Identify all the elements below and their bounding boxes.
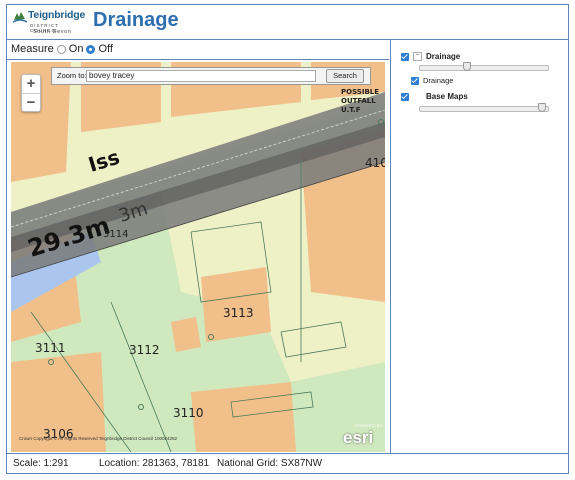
zoom-control: + − bbox=[21, 74, 41, 112]
search-button[interactable]: Search bbox=[326, 69, 364, 83]
drainage-layer-checkbox[interactable] bbox=[411, 76, 419, 85]
layer-item-drainage: Drainage bbox=[411, 76, 453, 85]
map-outfall-line1: POSSIBLE bbox=[341, 88, 379, 96]
scale-readout: Scale: 1:291 bbox=[13, 458, 69, 469]
page-title: Drainage bbox=[93, 9, 179, 31]
basemaps-opacity-slider[interactable] bbox=[419, 103, 549, 112]
measure-toggle: Measure On Off bbox=[11, 43, 113, 55]
layer-group-basemaps: Base Maps bbox=[401, 92, 468, 101]
map-copyright: Crown Copyright © All Rights Reserved Te… bbox=[19, 436, 178, 441]
logo-region: South Devon bbox=[33, 29, 72, 35]
map-house-3111: 3111 bbox=[35, 341, 66, 355]
zoom-out-button[interactable]: − bbox=[22, 94, 40, 112]
basemaps-checkbox[interactable] bbox=[401, 92, 409, 101]
map-canvas[interactable]: Iss 29.3m 3m POSSIBLE OUTFALL U.T.F 3114… bbox=[11, 62, 385, 452]
zoom-to-input[interactable]: bovey tracey bbox=[86, 70, 316, 82]
map-outfall-line3: U.T.F bbox=[341, 106, 361, 114]
drainage-opacity-thumb[interactable] bbox=[463, 62, 471, 71]
measure-off-label[interactable]: Off bbox=[98, 43, 112, 55]
app-header: Teignbridge DISTRICT COUNCIL South Devon… bbox=[7, 5, 568, 40]
council-logo: Teignbridge DISTRICT COUNCIL South Devon bbox=[13, 8, 87, 36]
map-house-3112: 3112 bbox=[129, 343, 160, 357]
map-pane: Measure On Off Iss 29.3m 3m POSSIBLE OUT… bbox=[7, 40, 391, 453]
layer-group-drainage: − Drainage bbox=[401, 52, 460, 61]
map-view[interactable]: Iss 29.3m 3m POSSIBLE OUTFALL U.T.F 3114… bbox=[7, 59, 389, 454]
drainage-opacity-slider[interactable] bbox=[419, 62, 549, 71]
zoom-in-button[interactable]: + bbox=[22, 75, 40, 94]
zoom-to-panel: Zoom to: bovey tracey Search bbox=[51, 67, 371, 85]
measure-label: Measure bbox=[11, 43, 54, 55]
app-frame: Teignbridge DISTRICT COUNCIL South Devon… bbox=[6, 4, 569, 474]
status-bar: Scale: 1:291 Location: 281363, 78181 Nat… bbox=[7, 453, 568, 474]
map-house-3114: 3114 bbox=[103, 229, 128, 240]
basemaps-label: Base Maps bbox=[426, 92, 468, 101]
measure-on-radio[interactable] bbox=[56, 44, 66, 54]
map-house-3110: 3110 bbox=[173, 406, 204, 420]
map-house-3113: 3113 bbox=[223, 306, 254, 320]
national-grid-readout: National Grid: SX87NW bbox=[217, 458, 323, 469]
logo-name: Teignbridge bbox=[28, 9, 86, 21]
esri-logo[interactable]: esri bbox=[343, 428, 373, 448]
location-readout: Location: 281363, 78181 bbox=[99, 458, 210, 469]
map-house-410: 410 bbox=[365, 156, 385, 170]
drainage-group-checkbox[interactable] bbox=[401, 52, 409, 61]
collapse-icon[interactable]: − bbox=[413, 52, 422, 61]
zoom-to-label: Zoom to: bbox=[57, 71, 87, 80]
drainage-group-label: Drainage bbox=[426, 52, 461, 61]
measure-off-radio[interactable] bbox=[86, 44, 96, 54]
basemaps-opacity-thumb[interactable] bbox=[538, 103, 546, 112]
logo-icon bbox=[13, 12, 27, 23]
drainage-layer-label: Drainage bbox=[423, 76, 454, 85]
map-outfall-line2: OUTFALL bbox=[341, 97, 376, 105]
measure-on-label[interactable]: On bbox=[69, 43, 84, 55]
layer-list-panel: − Drainage Drainage Base Maps bbox=[391, 40, 568, 453]
